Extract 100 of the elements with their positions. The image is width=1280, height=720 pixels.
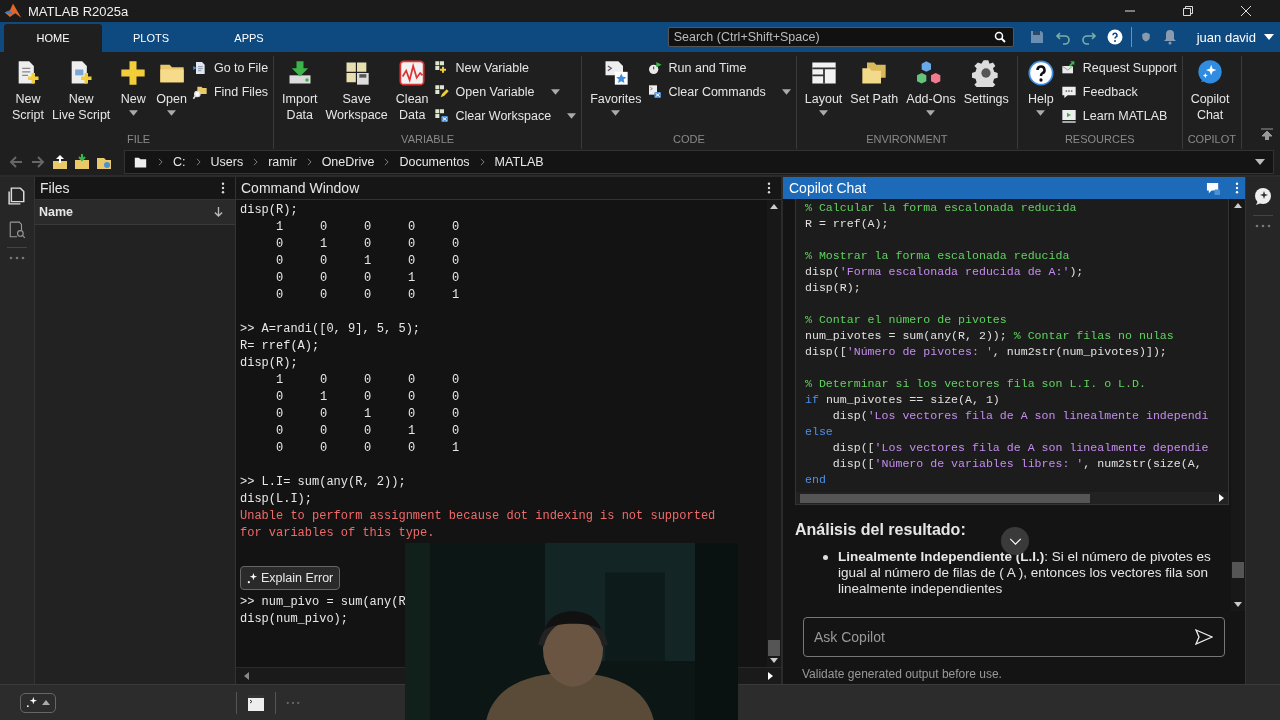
- ask-copilot-field[interactable]: Ask Copilot: [803, 617, 1225, 657]
- caret-icon: [42, 700, 50, 705]
- clean-data-icon: [398, 59, 427, 87]
- scroll-right-icon[interactable]: [768, 672, 773, 680]
- matrix-value: 1: [320, 389, 329, 406]
- caret-icon[interactable]: [1255, 159, 1265, 165]
- save-icon[interactable]: [1028, 29, 1045, 45]
- scroll-thumb[interactable]: [1232, 562, 1244, 578]
- path-segment[interactable]: OneDrive: [321, 155, 375, 169]
- shield-icon[interactable]: [1139, 31, 1152, 43]
- explain-error-button[interactable]: Explain Error: [240, 566, 341, 590]
- speech-bubble-icon: [1060, 84, 1077, 100]
- redo-icon[interactable]: [1080, 29, 1097, 45]
- matrix-value: 1: [320, 236, 329, 253]
- scroll-down-icon[interactable]: [770, 658, 778, 663]
- more-icon[interactable]: [286, 700, 300, 705]
- ribbon-button[interactable]: Learn MATLAB: [1060, 106, 1177, 126]
- ribbon-button[interactable]: Save Workspace: [322, 56, 391, 125]
- ribbon-tab[interactable]: HOME: [4, 24, 102, 52]
- scroll-thumb[interactable]: [800, 493, 1090, 503]
- ribbon-button[interactable]: Clear Commands: [646, 82, 791, 102]
- path-segment[interactable]: Users: [210, 155, 244, 169]
- ribbon-button[interactable]: Find Files: [191, 82, 269, 102]
- ribbon-button[interactable]: Settings: [960, 56, 1012, 109]
- ribbon-button[interactable]: New Script: [9, 56, 47, 125]
- ribbon-button[interactable]: Clean Data: [392, 56, 432, 125]
- scroll-left-icon[interactable]: [244, 672, 249, 680]
- folder-icon[interactable]: [74, 154, 90, 170]
- user-menu[interactable]: juan david: [1196, 29, 1274, 45]
- ribbon-button[interactable]: New Live Script: [48, 56, 114, 125]
- ribbon-button[interactable]: Layout: [801, 56, 846, 118]
- ribbon-button[interactable]: Clear Workspace: [433, 106, 577, 126]
- scroll-down-icon[interactable]: [1234, 602, 1242, 607]
- close-icon[interactable]: [1240, 5, 1252, 17]
- back-arrow-icon[interactable]: [8, 154, 24, 170]
- matrix-value: 0: [320, 270, 329, 287]
- panel-title: Command Window: [241, 180, 360, 196]
- chevron-icon: [384, 158, 390, 166]
- scroll-up-icon[interactable]: [1234, 203, 1242, 208]
- copilot-icon[interactable]: [1253, 187, 1273, 207]
- ribbon-button[interactable]: Add-Ons: [903, 56, 959, 118]
- forward-arrow-icon[interactable]: [30, 154, 46, 170]
- more-icon[interactable]: [9, 256, 25, 260]
- ribbon-tab[interactable]: PLOTS: [102, 24, 200, 52]
- ribbon-button[interactable]: Open: [153, 56, 190, 118]
- copilot-menu-button[interactable]: [20, 692, 56, 713]
- ribbon-button[interactable]: Open Variable: [433, 82, 577, 102]
- matrix-value: 0: [320, 406, 329, 423]
- path-bar[interactable]: C: Users ramir OneDrive Documentos MATLAB: [124, 150, 1274, 174]
- ribbon-button[interactable]: Import Data: [279, 56, 321, 125]
- help-icon[interactable]: [1106, 29, 1123, 45]
- matrix-value: 0: [408, 236, 417, 253]
- scrollbar[interactable]: [1231, 199, 1245, 611]
- ribbon-tab[interactable]: APPS: [200, 24, 298, 52]
- matrix-value: 0: [452, 423, 461, 440]
- files-icon[interactable]: [8, 187, 26, 205]
- matrix-value: 0: [276, 236, 285, 253]
- collapse-icon[interactable]: [1260, 127, 1274, 141]
- ribbon-button[interactable]: New Variable: [433, 58, 577, 78]
- matrix-value: 0: [364, 270, 373, 287]
- menu-icon[interactable]: [221, 182, 225, 194]
- path-segment[interactable]: ramir: [268, 155, 297, 169]
- ribbon-button[interactable]: New: [115, 56, 152, 118]
- undo-icon[interactable]: [1054, 29, 1071, 45]
- menu-icon[interactable]: [767, 182, 771, 194]
- matrix-value: 0: [320, 372, 329, 389]
- matrix-value: 0: [452, 372, 461, 389]
- up-folder-icon[interactable]: [52, 154, 68, 170]
- scroll-up-icon[interactable]: [770, 204, 778, 209]
- error-message: Unable to perform assignment because dot indexing is not supported: [240, 508, 717, 525]
- ribbon-button[interactable]: Help: [1022, 56, 1059, 118]
- send-icon[interactable]: [1195, 629, 1213, 645]
- scroll-thumb[interactable]: [768, 640, 780, 656]
- ribbon-button[interactable]: Go to File: [191, 58, 269, 78]
- command-window-icon[interactable]: [247, 693, 265, 712]
- ribbon-button[interactable]: Set Path: [847, 56, 902, 109]
- find-icon[interactable]: [8, 221, 26, 239]
- restore-icon[interactable]: [1182, 5, 1194, 17]
- ribbon-button[interactable]: Request Support: [1060, 58, 1177, 78]
- search-icon: [993, 31, 1006, 43]
- path-segment[interactable]: MATLAB: [494, 155, 544, 169]
- search-field[interactable]: Search (Ctrl+Shift+Space): [667, 27, 1014, 47]
- scrollbar[interactable]: [796, 492, 1228, 504]
- ribbon-button[interactable]: Copilot Chat: [1187, 56, 1233, 125]
- matrix-value: 0: [452, 253, 461, 270]
- column-header[interactable]: Name: [35, 200, 235, 225]
- more-icon[interactable]: [1255, 224, 1271, 228]
- ribbon-button[interactable]: Run and Time: [646, 58, 791, 78]
- path-segment[interactable]: C:: [173, 155, 186, 169]
- scrollbar[interactable]: [767, 200, 781, 667]
- disclaimer-text: Validate generated output before use.: [802, 667, 1003, 681]
- path-segment[interactable]: Documentos: [399, 155, 470, 169]
- scroll-right-icon[interactable]: [1219, 494, 1224, 502]
- chevron-down-icon: [1008, 537, 1022, 545]
- error-message: for variables of this type.: [240, 525, 436, 542]
- matrix-value: 0: [276, 287, 285, 304]
- code-line: num_pivotes = sum(any(R, 2)); % Contar filas no nulas: [805, 328, 1175, 344]
- ribbon-button[interactable]: Favorites: [587, 56, 645, 118]
- ribbon-button[interactable]: Feedback: [1060, 82, 1177, 102]
- new-chat-icon[interactable]: [1206, 180, 1221, 196]
